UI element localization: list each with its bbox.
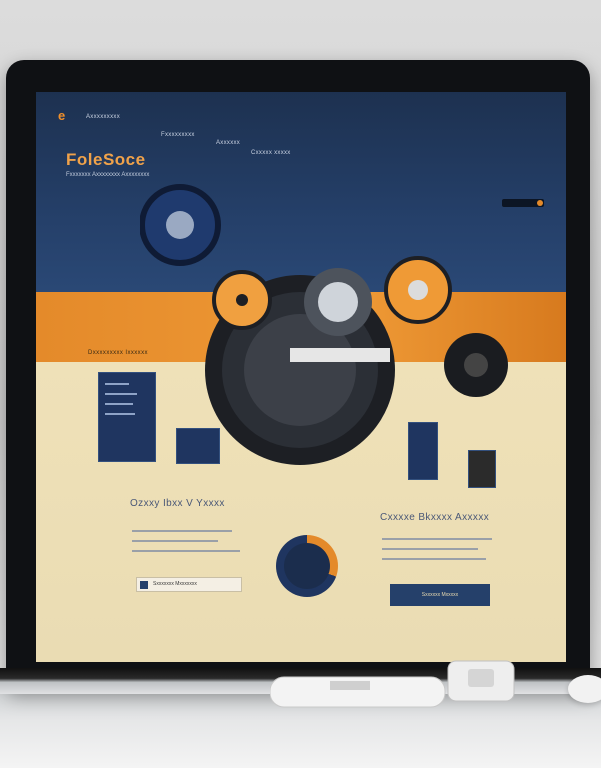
- lens-icon: [304, 268, 372, 336]
- text-line: [132, 540, 218, 542]
- left-section-title: Ozxxy Ibxx V Yxxxx: [130, 498, 225, 509]
- text-line: [382, 538, 492, 540]
- text-line: [132, 550, 240, 552]
- card-text-line: [105, 393, 137, 395]
- orange-label: Dxxxxxxxxx Ixxxxxx: [88, 350, 148, 356]
- logo-mark[interactable]: e: [58, 108, 65, 123]
- play-icon: [140, 581, 148, 589]
- orange-dial-icon: [212, 270, 272, 330]
- nav-item-2[interactable]: Fxxxxxxxxx: [161, 132, 195, 138]
- metal-bar-icon: [290, 348, 390, 362]
- top-nav: e Axxxxxxxxx Fxxxxxxxxx Axxxxxx Cxxxxx x…: [36, 92, 566, 156]
- orange-knob-icon: [384, 256, 452, 324]
- wheel-icon: [444, 333, 508, 397]
- brand-title: FoleSoce: [66, 150, 146, 169]
- left-cta-button[interactable]: Sxxxxxxx Mxxxxxxx: [136, 577, 242, 592]
- navy-dial-icon: [140, 184, 221, 266]
- nav-item-4[interactable]: Cxxxxx xxxxx: [251, 150, 291, 156]
- brand-tagline: Fxxxxxxx Axxxxxxxx Axxxxxxxx: [66, 172, 150, 178]
- gauge-center: [284, 543, 330, 589]
- nav-item-1[interactable]: Axxxxxxxxx: [86, 114, 120, 120]
- right-section-title: Cxxxxe Bkxxxx Axxxxx: [380, 512, 490, 523]
- card-text-line: [105, 383, 129, 385]
- progress-gauge: [276, 535, 338, 597]
- left-cta-label: Sxxxxxxx Mxxxxxxx: [153, 581, 197, 587]
- text-line: [132, 530, 232, 532]
- nav-item-3[interactable]: Axxxxxx: [216, 140, 240, 146]
- mouse-icon: [568, 675, 601, 703]
- search-icon[interactable]: [537, 200, 543, 206]
- text-line: [382, 548, 478, 550]
- text-line: [382, 558, 486, 560]
- controller-device-icon: [270, 660, 515, 708]
- card-text-line: [105, 403, 133, 405]
- mechanical-assembly-illustration: [140, 184, 508, 465]
- card-text-line: [105, 413, 135, 415]
- right-cta-button[interactable]: Sxxxxxx Mxxxxx: [390, 584, 490, 606]
